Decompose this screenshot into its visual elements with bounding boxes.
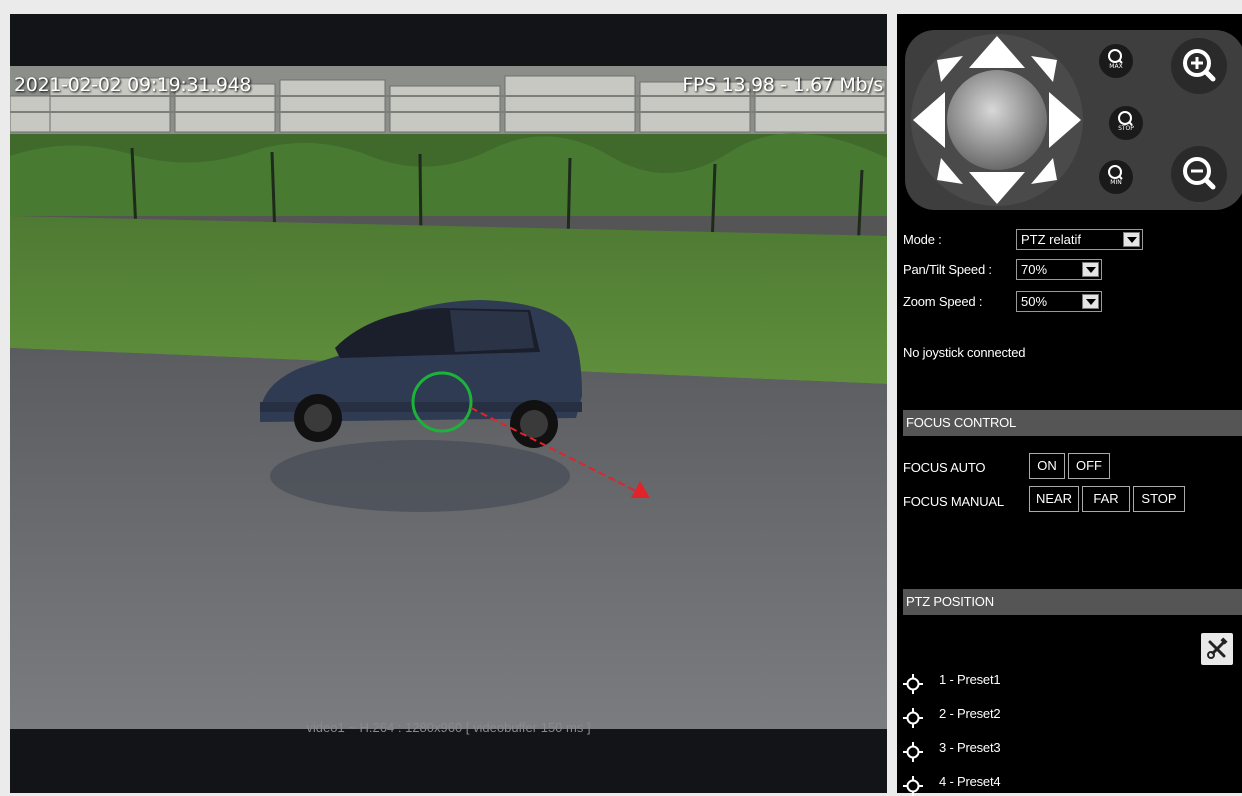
video-stream[interactable]: 2021-02-02 09:19:31.948 FPS 13.98 - 1.67… (10, 66, 887, 729)
crosshair-icon (903, 776, 923, 796)
zoom-speed-label: Zoom Speed : (903, 294, 983, 309)
ptz-pad: MAX STOP MIN (905, 30, 1242, 210)
app-window: 2021-02-02 09:19:31.948 FPS 13.98 - 1.67… (0, 0, 1242, 796)
focus-off-button[interactable]: OFF (1068, 453, 1110, 479)
zoom-speed-row: Zoom Speed : 50% (903, 291, 1203, 312)
focus-stop-button[interactable]: STOP (1133, 486, 1185, 512)
zoom-min-button[interactable]: MIN (1099, 160, 1133, 194)
crosshair-icon (903, 742, 923, 762)
preset-label: 3 - Preset3 (939, 740, 1001, 755)
video-caption: video1 ~ H.264 : 1280x960 [ videobuffer … (306, 720, 591, 735)
ptz-position-header: PTZ POSITION (903, 589, 1242, 615)
video-pane: 2021-02-02 09:19:31.948 FPS 13.98 - 1.67… (10, 14, 887, 793)
zoom-max-label: MAX (1109, 63, 1123, 70)
pan-tilt-speed-value: 70% (1021, 262, 1048, 277)
pan-tilt-speed-label: Pan/Tilt Speed : (903, 262, 992, 277)
preset-item[interactable]: 4 - Preset4 (903, 772, 1203, 796)
zoom-max-button[interactable]: MAX (1099, 44, 1133, 78)
crosshair-icon (903, 708, 923, 728)
zoom-out-button[interactable] (1171, 146, 1227, 202)
preset-label: 2 - Preset2 (939, 706, 1001, 721)
focus-control-header: FOCUS CONTROL (903, 410, 1242, 436)
tools-icon (1207, 637, 1228, 659)
focus-auto-label: FOCUS AUTO (903, 460, 986, 475)
zoom-in-button[interactable] (1171, 38, 1227, 94)
zoom-in-icon (1183, 49, 1216, 82)
preset-label: 1 - Preset1 (939, 672, 1001, 687)
crosshair-icon (903, 674, 923, 694)
preset-item[interactable]: 2 - Preset2 (903, 704, 1203, 728)
magnifier-icon (1108, 165, 1123, 180)
focus-far-button[interactable]: FAR (1082, 486, 1130, 512)
preset-item[interactable]: 3 - Preset3 (903, 738, 1203, 762)
preset-label: 4 - Preset4 (939, 774, 1001, 789)
magnifier-icon (1118, 111, 1133, 126)
fps-overlay: FPS 13.98 - 1.67 Mb/s (682, 74, 883, 96)
chevron-down-icon (1082, 262, 1099, 277)
mode-label: Mode : (903, 232, 942, 247)
zoom-speed-value: 50% (1021, 294, 1048, 309)
joystick-status: No joystick connected (903, 345, 1026, 360)
mode-value: PTZ relatif (1021, 232, 1081, 247)
focus-near-button[interactable]: NEAR (1029, 486, 1079, 512)
preset-settings-button[interactable] (1201, 633, 1233, 665)
zoom-stop-button[interactable]: STOP (1109, 106, 1143, 140)
mode-select[interactable]: PTZ relatif (1016, 229, 1143, 250)
magnifier-icon (1108, 49, 1123, 64)
focus-on-button[interactable]: ON (1029, 453, 1065, 479)
zoom-speed-select[interactable]: 50% (1016, 291, 1102, 312)
chevron-down-icon (1123, 232, 1140, 247)
zoom-min-label: MIN (1110, 179, 1122, 186)
camera-scene (10, 66, 887, 729)
focus-manual-label: FOCUS MANUAL (903, 494, 1004, 509)
timestamp-overlay: 2021-02-02 09:19:31.948 (14, 74, 252, 96)
preset-item[interactable]: 1 - Preset1 (903, 670, 1203, 694)
pan-tilt-speed-select[interactable]: 70% (1016, 259, 1102, 280)
zoom-stop-label: STOP (1118, 125, 1134, 132)
pan-tilt-speed-row: Pan/Tilt Speed : 70% (903, 259, 1203, 280)
mode-row: Mode : PTZ relatif (903, 229, 1203, 250)
control-panel: MAX STOP MIN Mode: PTZ relatif Pan/Tilt… (897, 14, 1242, 796)
chevron-down-icon (1082, 294, 1099, 309)
zoom-out-icon (1183, 157, 1216, 190)
